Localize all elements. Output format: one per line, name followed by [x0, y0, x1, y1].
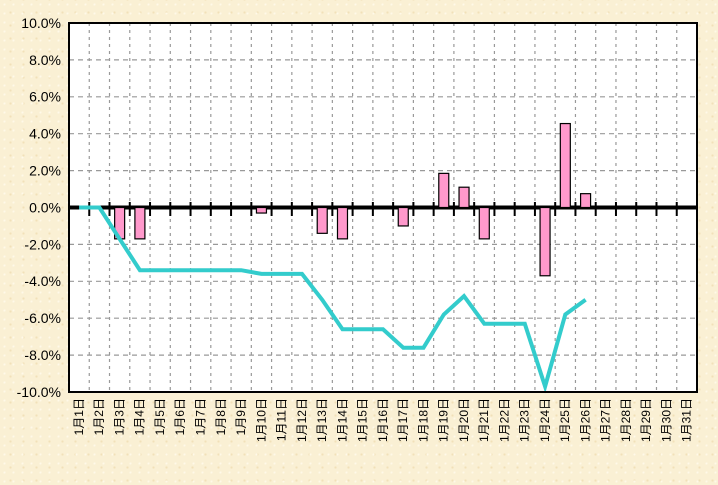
x-axis-label: 1月15日	[356, 398, 370, 442]
x-axis-label: 1月4日	[133, 398, 147, 435]
bar	[317, 208, 327, 234]
x-axis-label: 1月6日	[173, 398, 187, 435]
x-axis-label: 1月27日	[599, 398, 613, 442]
bar	[540, 208, 550, 276]
x-axis-label: 1月21日	[477, 398, 491, 442]
bar	[479, 208, 489, 239]
bar	[439, 173, 449, 207]
x-axis-label: 1月23日	[518, 398, 532, 442]
x-axis-label: 1月25日	[558, 398, 572, 442]
combo-chart: 10.0% 8.0% 6.0% 4.0% 2.0% 0.0% -2.0% -4.0% -6.0%…	[0, 0, 718, 485]
y-axis-label: 6.0%	[29, 89, 61, 105]
y-axis-label: -10.0%	[17, 384, 61, 400]
x-axis-label: 1月29日	[639, 398, 653, 442]
x-axis-label: 1月20日	[457, 398, 471, 442]
y-axis-label: 4.0%	[29, 126, 61, 142]
x-axis-label: 1月26日	[578, 398, 592, 442]
x-axis-label: 1月12日	[295, 398, 309, 442]
y-axis-label: -4.0%	[24, 273, 61, 289]
x-axis-label: 1月24日	[538, 398, 552, 442]
bar	[581, 194, 591, 208]
x-axis-label: 1月17日	[396, 398, 410, 442]
x-axis-label: 1月11日	[275, 398, 289, 441]
x-axis-label: 1月16日	[376, 398, 390, 442]
bar	[398, 208, 408, 226]
y-axis-label: 8.0%	[29, 52, 61, 68]
x-axis-label: 1月22日	[497, 398, 511, 442]
x-axis-label: 1月5日	[153, 398, 167, 435]
bar	[256, 208, 266, 214]
x-axis-label: 1月7日	[194, 398, 208, 435]
x-axis-label: 1月9日	[234, 398, 248, 435]
y-axis-label: 2.0%	[29, 163, 61, 179]
y-axis-label: -8.0%	[24, 347, 61, 363]
x-axis-label: 1月13日	[315, 398, 329, 442]
x-axis-label: 1月31日	[680, 398, 694, 442]
x-axis-label: 1月18日	[416, 398, 430, 442]
bar	[337, 208, 347, 239]
x-axis-label: 1月14日	[335, 398, 349, 442]
chart-page: 10.0% 8.0% 6.0% 4.0% 2.0% 0.0% -2.0% -4.0% -6.0%…	[0, 0, 718, 485]
bar	[135, 208, 145, 239]
x-axis-label: 1月19日	[437, 398, 451, 442]
x-axis-label: 1月3日	[112, 398, 126, 435]
x-axis-label: 1月10日	[254, 398, 268, 442]
bar	[459, 187, 469, 207]
y-axis-label: -6.0%	[24, 310, 61, 326]
bar	[560, 124, 570, 208]
x-axis-label: 1月2日	[92, 398, 106, 435]
x-axis-label: 1月30日	[659, 398, 673, 442]
y-axis-label: 0.0%	[29, 199, 61, 215]
x-axis-label: 1月28日	[619, 398, 633, 442]
x-axis-label: 1月8日	[214, 398, 228, 435]
x-axis-label: 1月1日	[72, 398, 86, 435]
y-axis-label: -2.0%	[24, 236, 61, 252]
y-axis-label: 10.0%	[21, 15, 61, 31]
